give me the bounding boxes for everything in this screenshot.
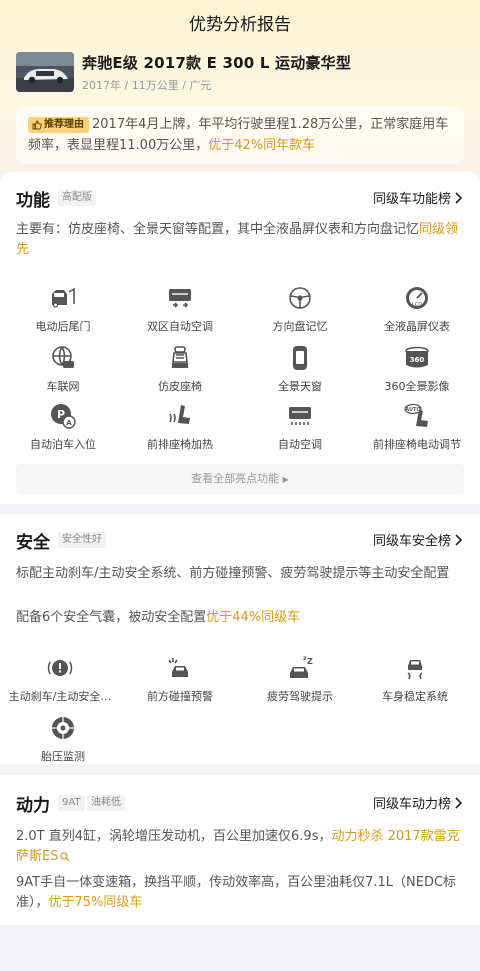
features-rank-label: 同级车功能榜 (372, 192, 451, 207)
features-desc: 主要有：仿皮座椅、全景天窗等配置，其中全液晶屏仪表和方向盘记忆同级领先 (16, 220, 464, 260)
power-rank-label: 同级车动力榜 (372, 797, 451, 812)
lcd-gauge-icon: LCD (406, 287, 428, 309)
chevron-right-icon (455, 533, 462, 546)
panoramic-sunroof-icon (293, 346, 307, 370)
power-desc-2-highlight: 优于75%同级车 (48, 895, 143, 910)
feature-label: 自动空调 (278, 438, 322, 451)
car-name: 奔驰E级 2017款 E 300 L 运动豪华型 (82, 54, 352, 72)
power-tag-fuel: 油耗低 (87, 795, 125, 811)
safety-item-fatigue-alert[interactable]: Z z 疲劳驾驶提示 (240, 654, 360, 704)
safety-desc-1: 标配主动刹车/主动安全系统、前方碰撞预警、疲劳驾驶提示等主动安全配置 (16, 566, 450, 581)
feature-label: 仿皮座椅 (158, 380, 202, 393)
power-rank-link[interactable]: 同级车动力榜 (373, 793, 462, 812)
power-desc-1-body: 2.0T 直列4缸，涡轮增压发动机，百公里加速仅6.9s， (16, 829, 332, 844)
leatherette-seat-icon (172, 346, 188, 368)
feature-label: 电动后尾门 (35, 320, 91, 333)
safety-rank-link[interactable]: 同级车安全榜 (373, 530, 462, 549)
car-meta: 2017年 / 11万公里 / 广元 (82, 79, 212, 92)
power-tailgate-icon (52, 287, 75, 308)
feature-label: 方向盘记忆 (272, 320, 328, 333)
feature-label: 全液晶屏仪表 (384, 320, 450, 333)
features-desc-body: 主要有：仿皮座椅、全景天窗等配置，其中全液晶屏仪表和方向盘记忆 (16, 222, 420, 237)
feature-item-dual-zone-ac[interactable]: 双区自动空调 (120, 284, 240, 334)
feature-item-auto-ac[interactable]: 自动空调 (240, 402, 360, 452)
features-tag: 高配版 (58, 190, 96, 206)
power-tag-transmission: 9AT (58, 795, 85, 811)
power-desc-2: 9AT手自一体变速箱，换挡平顺，传动效率高，百公里油耗仅7.1L（NEDC标准）… (16, 873, 464, 913)
safety-item-tire-pressure[interactable]: 胎压监测 (3, 714, 123, 764)
safety-desc-2-body: 配备6个安全气囊，被动安全配置 (16, 610, 207, 625)
active-brake-icon (47, 660, 73, 676)
auto-parking-icon: P A (51, 404, 76, 429)
svg-text:AUTO: AUTO (405, 407, 420, 413)
feature-label: 全景天窗 (278, 380, 322, 393)
safety-label: 疲劳驾驶提示 (267, 690, 333, 703)
feature-item-leatherette-seat[interactable]: 仿皮座椅 (120, 344, 240, 394)
svg-text:z: z (303, 655, 307, 662)
safety-card: 安全 安全性好 同级车安全榜 标配主动刹车/主动安全系统、前方碰撞预警、疲劳驾驶… (0, 514, 480, 764)
reason-text: 2017年4月上牌，年平均行驶里程1.28万公里，正常家庭用车频率，表显里程11… (28, 114, 452, 156)
power-desc-1: 2.0T 直列4缸，涡轮增压发动机，百公里加速仅6.9s，动力秒杀 2017款雷… (16, 827, 464, 867)
auto-ac-icon (289, 407, 311, 425)
safety-label: 主动刹车/主动安全… (8, 690, 112, 703)
safety-desc-2-highlight: 优于44%同级车 (206, 610, 301, 625)
feature-label: 前排座椅加热 (147, 438, 213, 451)
seat-heating-icon (169, 405, 190, 424)
feature-label: 360全景影像 (384, 380, 450, 393)
features-rank-link[interactable]: 同级车功能榜 (373, 188, 462, 207)
safety-item-active-brake[interactable]: 主动刹车/主动安全… (0, 654, 120, 704)
view-all-features-button[interactable]: 查看全部亮点功能 ▶ (16, 464, 464, 494)
feature-item-seat-electric-adjust[interactable]: AUTO 前排座椅电动调节 (357, 402, 477, 452)
chevron-right-icon (455, 796, 462, 809)
collision-warning-icon (168, 658, 188, 677)
tire-pressure-icon (52, 717, 74, 739)
safety-label: 胎压监测 (41, 750, 85, 763)
safety-item-stability-control[interactable]: 车身稳定系统 (355, 654, 475, 704)
feature-label: 双区自动空调 (147, 320, 213, 333)
feature-item-seat-heating[interactable]: 前排座椅加热 (120, 402, 240, 452)
page-title: 优势分析报告 (189, 15, 291, 35)
svg-text:360: 360 (410, 356, 425, 364)
feature-label: 前排座椅电动调节 (373, 438, 461, 451)
seat-electric-adjust-icon: AUTO (404, 403, 428, 427)
features-card: 功能 高配版 同级车功能榜 主要有：仿皮座椅、全景天窗等配置，其中全液晶屏仪表和… (0, 172, 480, 504)
feature-item-connected-car[interactable]: 车联网 (3, 344, 123, 394)
power-card: 动力 9AT 油耗低 同级车动力榜 2.0T 直列4缸，涡轮增压发动机，百公里加… (0, 775, 480, 925)
feature-item-camera-360[interactable]: 360 360全景影像 (357, 344, 477, 394)
search-icon[interactable] (60, 851, 70, 862)
reason-highlight: 优于42%同年款车 (208, 138, 316, 153)
feature-label: 自动泊车入位 (30, 438, 96, 451)
feature-label: 车联网 (46, 380, 80, 393)
caret-right-icon: ▶ (282, 475, 289, 484)
steering-memory-icon (289, 287, 311, 309)
view-all-features-label: 查看全部亮点功能 (191, 472, 280, 485)
feature-item-panoramic-sunroof[interactable]: 全景天窗 (240, 344, 360, 394)
safety-desc-2: 配备6个安全气囊，被动安全配置优于44%同级车 (16, 608, 464, 628)
features-title: 功能 (16, 191, 50, 211)
safety-rank-label: 同级车安全榜 (372, 534, 451, 549)
car-thumbnail[interactable] (16, 52, 74, 92)
feature-item-auto-parking[interactable]: P A 自动泊车入位 (3, 402, 123, 452)
chevron-right-icon (455, 191, 462, 204)
svg-text:A: A (66, 419, 72, 427)
feature-item-lcd-gauge[interactable]: LCD 全液晶屏仪表 (357, 284, 477, 334)
power-title: 动力 (16, 796, 50, 816)
camera-360-icon: 360 (405, 346, 429, 368)
safety-title: 安全 (16, 533, 50, 553)
feature-item-steering-memory[interactable]: 方向盘记忆 (240, 284, 360, 334)
feature-item-power-tailgate[interactable]: 电动后尾门 (3, 284, 123, 334)
safety-tag: 安全性好 (58, 532, 106, 548)
svg-text:LCD: LCD (412, 302, 422, 308)
dual-zone-ac-icon (169, 289, 191, 308)
safety-label: 前方碰撞预警 (147, 690, 213, 703)
safety-label: 车身稳定系统 (382, 690, 448, 703)
svg-text:Z: Z (307, 657, 313, 666)
safety-item-collision-warning[interactable]: 前方碰撞预警 (120, 654, 240, 704)
stability-control-icon (407, 660, 423, 680)
connected-car-icon (52, 346, 74, 368)
fatigue-alert-icon: Z z (290, 655, 313, 678)
